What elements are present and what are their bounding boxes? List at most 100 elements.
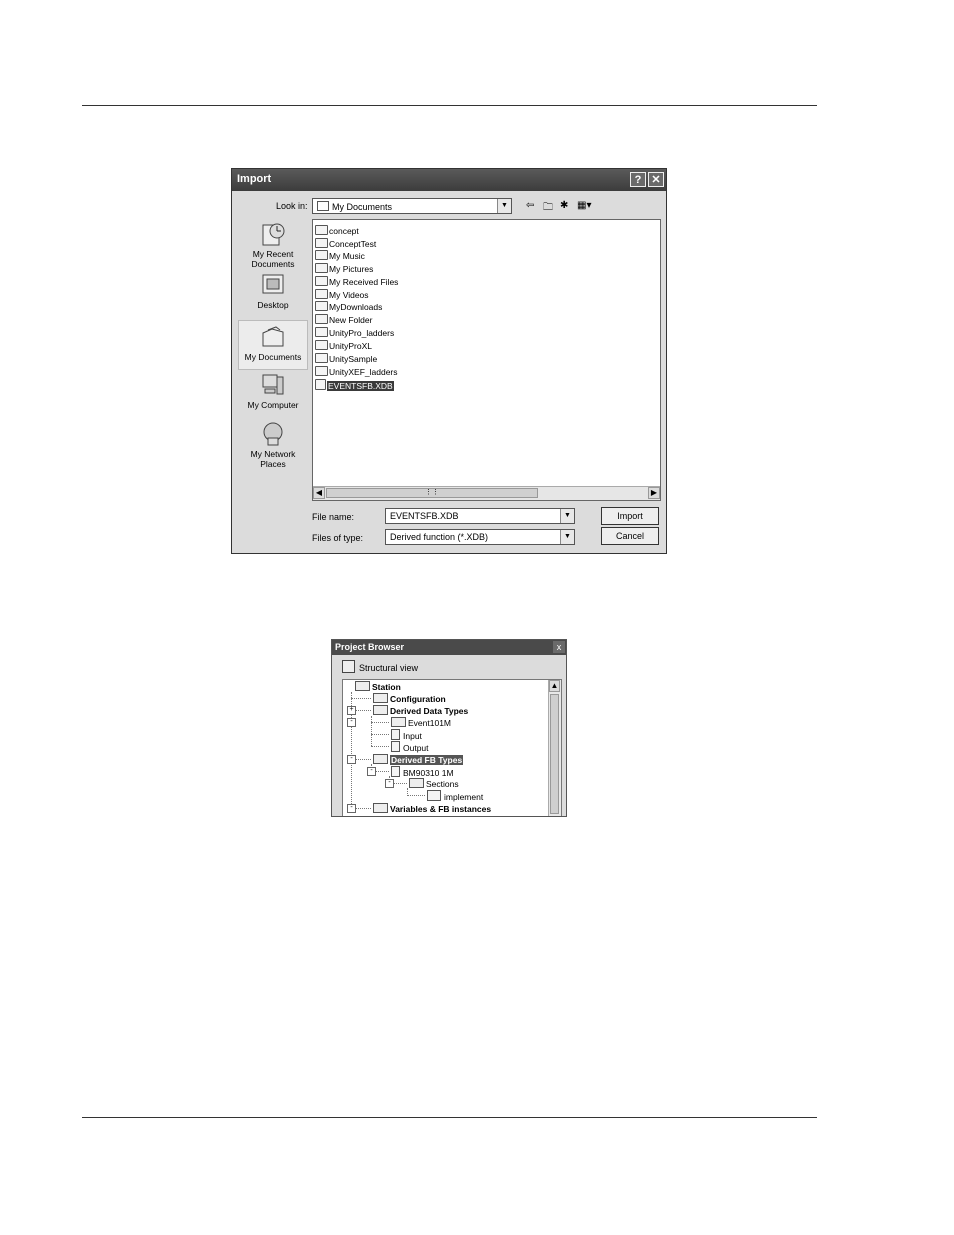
scroll-up-icon[interactable]: ▲ — [549, 680, 560, 692]
view-menu-icon[interactable]: ▦▾ — [577, 200, 591, 211]
file-name-field[interactable]: EVENTSFB.XDB ▼ — [385, 508, 575, 524]
look-in-combo[interactable]: My Documents ▼ — [312, 198, 512, 214]
folder-icon — [315, 314, 328, 324]
tree-node-variables[interactable]: Variables & FB instances — [373, 803, 491, 815]
tree-node-input[interactable]: Input — [391, 729, 422, 741]
place-network-places[interactable]: My Network Places — [238, 421, 308, 469]
structural-view-tab[interactable]: Structural view — [342, 660, 418, 673]
data-type-icon — [391, 741, 400, 752]
place-label: My Network Places — [250, 449, 296, 469]
place-label: My Documents — [244, 352, 302, 362]
tree-node-event101m[interactable]: Event101M — [391, 717, 451, 729]
scroll-thumb[interactable]: ⋮⋮ — [326, 488, 538, 498]
cancel-button[interactable]: Cancel — [601, 527, 659, 545]
scroll-right-icon[interactable]: ▶ — [648, 487, 660, 499]
chevron-down-icon[interactable]: ▼ — [497, 199, 511, 213]
folder-icon — [391, 717, 406, 727]
expand-toggle[interactable]: + — [347, 706, 356, 715]
tree-node-output[interactable]: Output — [391, 741, 429, 753]
xdb-file-icon — [315, 379, 326, 390]
place-desktop[interactable]: Desktop — [238, 272, 308, 310]
list-item-selected[interactable]: EVENTSFB.XDB — [315, 379, 394, 391]
close-icon[interactable]: x — [553, 641, 565, 653]
place-recent-documents[interactable]: My Recent Documents — [238, 221, 308, 269]
list-item[interactable]: MyDownloads — [315, 301, 382, 313]
up-folder-icon[interactable]: 🗀 — [543, 200, 553, 217]
recent-documents-icon — [262, 223, 285, 246]
list-item[interactable]: ConceptTest — [315, 238, 376, 250]
tree-node-derived-data-types[interactable]: Derived Data Types — [373, 705, 468, 717]
project-tree[interactable]: + - - - - - Station Configuration Derive… — [342, 679, 562, 816]
folder-icon — [317, 201, 329, 211]
tree-connector — [371, 746, 389, 747]
list-item[interactable]: UnityPro_ladders — [315, 327, 394, 339]
folder-icon — [315, 327, 328, 337]
tree-node-bm903101m[interactable]: BM90310 1M — [391, 766, 454, 778]
scroll-thumb[interactable] — [550, 694, 559, 814]
folder-icon — [315, 238, 328, 248]
tree-node-derived-fb-types[interactable]: Derived FB Types — [373, 754, 464, 766]
collapse-toggle[interactable]: - — [347, 755, 356, 764]
tree-node-implement[interactable]: implement — [427, 790, 483, 802]
collapse-toggle[interactable]: - — [385, 779, 394, 788]
list-item[interactable]: UnityProXL — [315, 340, 372, 352]
import-button[interactable]: Import — [601, 507, 659, 525]
collapse-toggle[interactable]: - — [367, 767, 376, 776]
structural-view-label: Structural view — [359, 663, 419, 673]
place-label: Desktop — [257, 300, 289, 310]
horizontal-scrollbar[interactable]: ◀ ⋮⋮ ▶ — [313, 486, 660, 500]
help-button[interactable]: ? — [630, 172, 646, 187]
folder-icon — [409, 778, 424, 788]
tree-node-station[interactable]: Station — [355, 681, 401, 693]
close-button[interactable]: ✕ — [648, 172, 664, 187]
dialog-title: Import — [237, 173, 272, 185]
folder-icon — [373, 705, 388, 715]
file-type-label: Files of type: — [312, 533, 364, 543]
list-item[interactable]: UnitySample — [315, 353, 377, 365]
file-name-label: File name: — [312, 512, 355, 522]
folder-icon — [315, 340, 328, 350]
list-item[interactable]: My Received Files — [315, 276, 398, 288]
file-list[interactable]: concept ConceptTest My Music My Pictures… — [312, 219, 661, 501]
place-my-computer[interactable]: My Computer — [238, 372, 308, 410]
place-label: My Computer — [247, 400, 299, 410]
tree-connector — [351, 698, 371, 699]
collapse-toggle[interactable]: - — [347, 804, 356, 813]
chevron-down-icon[interactable]: ▼ — [560, 509, 574, 523]
dialog-title-bar[interactable]: Import ? ✕ — [232, 169, 666, 191]
music-folder-icon — [315, 250, 328, 260]
collapse-toggle[interactable]: - — [347, 718, 356, 727]
look-in-value: My Documents — [332, 202, 393, 212]
file-name-value: EVENTSFB.XDB — [390, 511, 459, 521]
st-section-icon — [427, 790, 441, 801]
folder-icon — [315, 276, 328, 286]
chevron-down-icon[interactable]: ▼ — [560, 530, 574, 544]
tree-connector — [371, 722, 389, 723]
list-item[interactable]: New Folder — [315, 314, 372, 326]
new-folder-icon[interactable]: ✱ — [560, 200, 568, 211]
header-rule — [82, 105, 817, 106]
list-item[interactable]: concept — [315, 225, 359, 237]
back-icon[interactable]: ⇦ — [526, 200, 534, 211]
list-item[interactable]: My Videos — [315, 289, 369, 301]
project-browser-title-bar[interactable]: Project Browser x — [332, 640, 566, 655]
vertical-scrollbar[interactable]: ▲ — [548, 680, 561, 816]
data-type-icon — [391, 729, 400, 740]
project-browser-title: Project Browser — [335, 642, 405, 652]
desktop-icon — [262, 274, 284, 294]
list-item[interactable]: My Music — [315, 250, 365, 262]
list-item[interactable]: My Pictures — [315, 263, 373, 275]
file-type-select[interactable]: Derived function (*.XDB) ▼ — [385, 529, 575, 545]
places-bar: My Recent Documents Desktop My Documents… — [238, 219, 308, 519]
tree-view-icon — [342, 660, 355, 673]
scroll-left-icon[interactable]: ◀ — [313, 487, 325, 499]
folder-icon — [373, 754, 388, 764]
tree-node-configuration[interactable]: Configuration — [373, 693, 446, 705]
list-item[interactable]: UnityXEF_ladders — [315, 366, 398, 378]
folder-icon — [355, 681, 370, 691]
folder-icon — [315, 366, 328, 376]
network-places-icon — [263, 422, 283, 446]
tree-node-sections[interactable]: Sections — [409, 778, 459, 790]
place-my-documents[interactable]: My Documents — [238, 320, 308, 370]
import-dialog: Import ? ✕ Look in: My Documents ▼ ⇦ 🗀 ✱… — [231, 168, 667, 554]
